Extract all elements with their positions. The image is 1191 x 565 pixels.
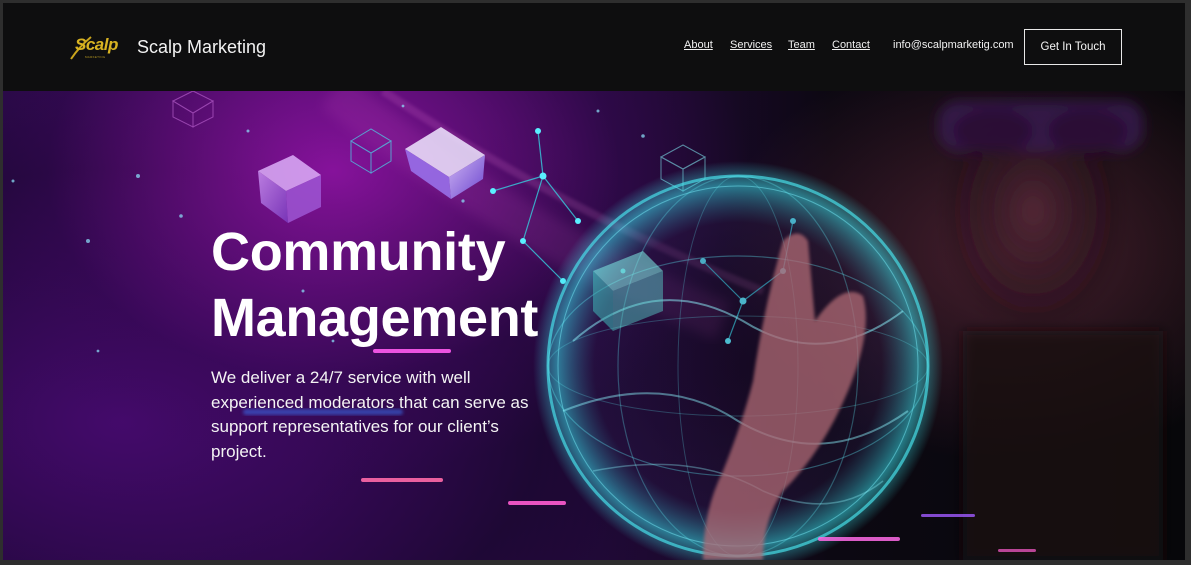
browser-viewport: Scalp MARKETING Scalp Marketing About Se… — [3, 3, 1185, 560]
nav-contact[interactable]: Contact — [832, 39, 870, 51]
hero-background-art — [11, 91, 1163, 560]
get-in-touch-button[interactable]: Get In Touch — [1024, 29, 1122, 65]
hero-description: We deliver a 24/7 service with well expe… — [211, 368, 529, 461]
nav-team[interactable]: Team — [788, 39, 815, 51]
hero-title-line2: Management — [211, 288, 539, 348]
hero-section: Community Management We deliver a 24/7 s… — [3, 91, 1185, 560]
logo-subtext: MARKETING — [85, 55, 106, 59]
wireframe-cube — [171, 91, 215, 128]
logo[interactable]: Scalp MARKETING — [69, 33, 121, 61]
brand-name[interactable]: Scalp Marketing — [137, 37, 266, 58]
floating-cube — [258, 155, 321, 223]
contact-email[interactable]: info@scalpmarketig.com — [893, 39, 1014, 51]
nav-about[interactable]: About — [684, 39, 713, 51]
site-header: Scalp MARKETING Scalp Marketing About Se… — [3, 3, 1185, 91]
person-silhouette — [938, 91, 1163, 560]
nav-services[interactable]: Services — [730, 39, 772, 51]
hero-title-line1: Community — [211, 222, 506, 282]
logo-text: Scalp — [75, 35, 118, 54]
hero-title: Community Management — [211, 219, 538, 351]
